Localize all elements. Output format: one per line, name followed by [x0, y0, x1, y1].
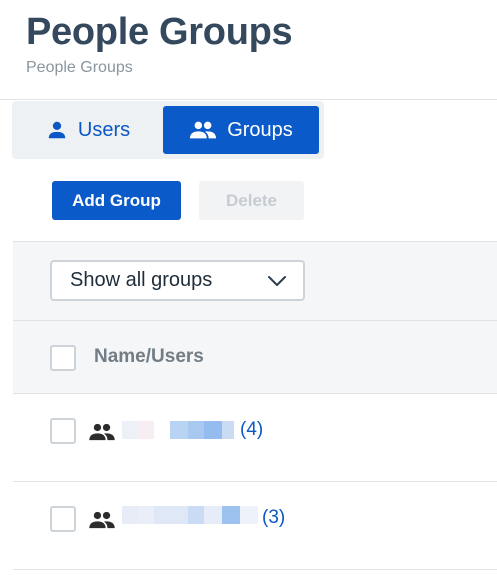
people-icon [89, 511, 115, 529]
tab-users[interactable]: Users [17, 106, 159, 154]
row-checkbox[interactable] [50, 418, 76, 444]
member-count[interactable]: (4) [240, 419, 263, 441]
people-icon [89, 423, 115, 441]
add-group-button[interactable]: Add Group [52, 181, 181, 220]
people-icon [190, 121, 217, 139]
page-title: People Groups [26, 11, 293, 53]
redacted-name [122, 506, 258, 524]
chevron-down-icon [268, 275, 286, 286]
member-count[interactable]: (3) [262, 507, 285, 529]
delete-button[interactable]: Delete [199, 181, 304, 220]
header-divider [0, 99, 497, 100]
row-checkbox[interactable] [50, 506, 76, 532]
page: People Groups People Groups Users Groups… [0, 0, 497, 578]
select-all-checkbox[interactable] [50, 345, 76, 371]
column-header-name: Name/Users [94, 346, 204, 367]
breadcrumb: People Groups [26, 59, 133, 76]
table-header [13, 321, 497, 394]
table-row[interactable] [13, 482, 497, 570]
person-icon [48, 121, 66, 139]
group-filter-select[interactable]: Show all groups [50, 260, 305, 301]
tab-users-label: Users [77, 118, 131, 141]
redacted-name [122, 421, 234, 439]
tab-groups-label: Groups [227, 118, 293, 141]
tab-strip: Users Groups [12, 101, 324, 159]
group-filter-value: Show all groups [70, 269, 213, 291]
tab-groups[interactable]: Groups [163, 106, 319, 154]
